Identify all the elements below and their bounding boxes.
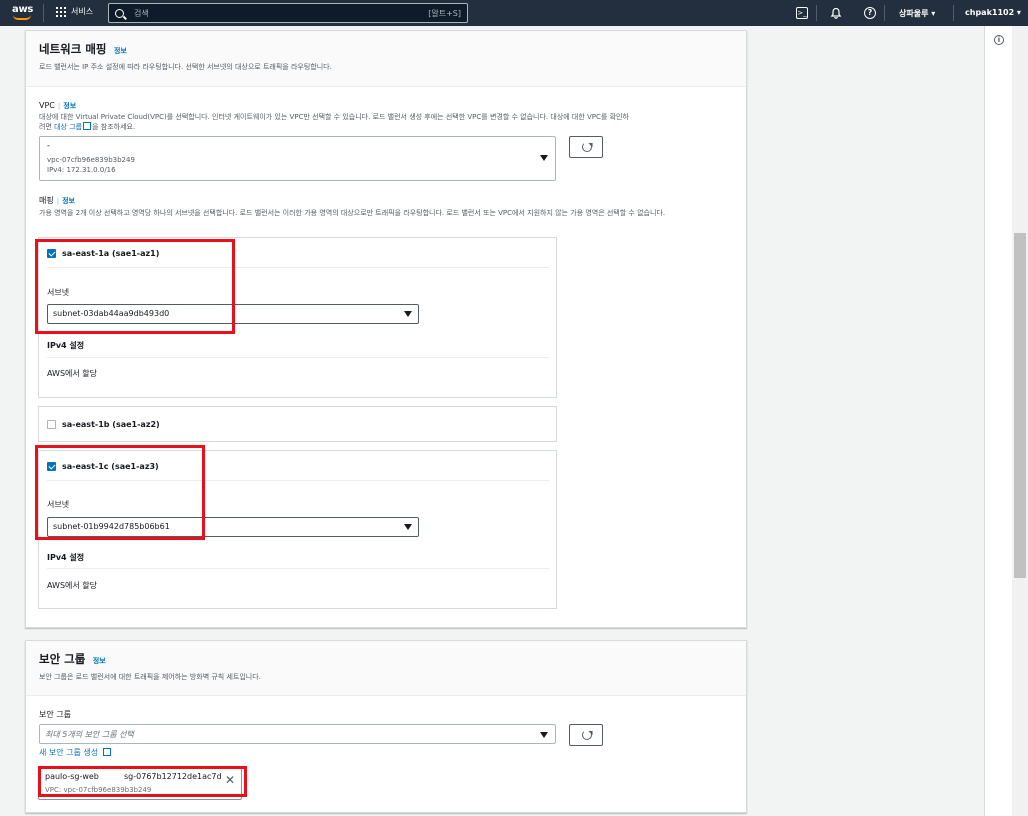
search-placeholder: 검색 — [134, 8, 149, 18]
refresh-icon — [582, 142, 592, 152]
services-label: 서비스 — [71, 7, 94, 16]
scrollbar-thumb[interactable] — [1014, 233, 1026, 578]
external-link-icon[interactable] — [102, 748, 111, 756]
info-icon[interactable]: i — [994, 35, 1004, 45]
search-input[interactable]: 검색 [알트+S] — [108, 3, 468, 23]
aws-smile-icon — [13, 15, 31, 20]
az-card-sa-east-1b: sa-east-1b (sae1-az2) — [38, 406, 557, 442]
grid-icon — [56, 6, 66, 17]
mapping-info-link[interactable]: 정보 — [62, 197, 75, 205]
panel-header: 네트워크 매핑 정보 로드 밸런서는 IP 주소 설정에 따라 라우팅합니다. … — [26, 31, 746, 87]
vpc-select-cidr: IPv4: 172.31.0.0/16 — [47, 166, 116, 174]
tools-rail: i — [984, 26, 1012, 816]
az-header: sa-east-1b (sae1-az2) — [39, 407, 556, 441]
panel-header: 보안 그룹 정보 보안 그룹은 로드 밸런서에 대한 트래픽을 제어하는 방화벽… — [26, 641, 746, 696]
vpc-desc-line: 대상에 대한 Virtual Private Cloud(VPC)를 선택합니다… — [39, 113, 629, 121]
top-navigation: aws 서비스 검색 [알트+S] >_ ? 상파울루 ▾ chpak1102 … — [0, 0, 1028, 26]
caret-down-icon — [404, 311, 412, 317]
vpc-desc-text: 려면 — [39, 123, 55, 131]
page-scrollbar[interactable] — [1012, 26, 1028, 816]
account-menu[interactable]: chpak1102 ▾ — [965, 8, 1021, 17]
refresh-icon — [582, 730, 592, 740]
security-group-placeholder: 최대 5개의 보안 그룹 선택 — [45, 730, 134, 739]
create-security-group-row: 새 보안 그룹 생성 — [39, 747, 111, 758]
panel-description: 로드 밸런서는 IP 주소 설정에 따라 라우팅합니다. 선택한 서브넷의 대상… — [39, 63, 332, 71]
ipv4-settings-label: IPv4 설정 — [47, 341, 85, 350]
vpc-info-link[interactable]: 정보 — [63, 102, 76, 110]
region-selector[interactable]: 상파울루 ▾ — [899, 8, 935, 19]
highlight-box — [35, 445, 205, 540]
vpc-select-id: vpc-07cfb96e839b3b249 — [47, 156, 135, 164]
cloudshell-icon[interactable]: >_ — [796, 7, 808, 19]
security-group-select[interactable]: 최대 5개의 보안 그룹 선택 — [39, 724, 556, 744]
divider — [47, 568, 549, 569]
mapping-label: 매핑 — [39, 196, 54, 205]
panel-title: 보안 그룹 — [39, 652, 86, 666]
highlight-box — [38, 766, 247, 797]
highlight-box — [35, 239, 235, 334]
create-security-group-link[interactable]: 새 보안 그룹 생성 — [39, 748, 98, 757]
security-group-label: 보안 그룹 — [39, 710, 71, 719]
bell-icon[interactable] — [830, 7, 842, 19]
nav-divider — [816, 5, 817, 21]
vpc-select[interactable]: - vpc-07cfb96e839b3b249 IPv4: 172.31.0.0… — [39, 136, 556, 181]
caret-down-icon — [404, 524, 412, 530]
security-group-refresh-button[interactable] — [569, 724, 603, 746]
ipv4-settings-label: IPv4 설정 — [47, 553, 85, 562]
nav-divider — [953, 5, 954, 21]
vpc-label: VPC — [39, 101, 55, 110]
services-menu-button[interactable]: 서비스 — [56, 6, 93, 17]
target-group-link[interactable]: 대상 그룹 — [54, 123, 82, 131]
vpc-refresh-button[interactable] — [569, 136, 603, 158]
nav-divider — [43, 4, 44, 22]
ipv4-settings-value: AWS에서 할당 — [47, 581, 98, 590]
ipv4-settings-value: AWS에서 할당 — [47, 369, 98, 378]
search-shortcut: [알트+S] — [428, 8, 461, 18]
vpc-label-row: VPC | 정보 — [39, 101, 77, 110]
external-link-icon[interactable] — [83, 122, 92, 130]
vpc-select-name: - — [47, 141, 50, 150]
vpc-description: 대상에 대한 Virtual Private Cloud(VPC)를 선택합니다… — [39, 112, 739, 132]
panel-title: 네트워크 매핑 — [39, 42, 107, 56]
mapping-label-row: 매핑 | 정보 — [39, 196, 75, 205]
vpc-desc-line: 려면 대상 그룹 을 참조하세요. — [39, 122, 739, 132]
info-link[interactable]: 정보 — [114, 47, 127, 55]
az-checkbox[interactable] — [47, 419, 56, 429]
az-name: sa-east-1b (sae1-az2) — [62, 419, 160, 429]
help-icon[interactable]: ? — [864, 7, 876, 19]
panel-description: 보안 그룹은 로드 밸런서에 대한 트래픽을 제어하는 방화벽 규칙 세트입니다… — [39, 673, 261, 681]
caret-down-icon — [540, 155, 548, 161]
aws-logo[interactable]: aws — [12, 3, 34, 23]
caret-down-icon — [540, 732, 548, 738]
divider — [47, 357, 549, 358]
vpc-desc-text: 을 참조하세요. — [92, 123, 136, 131]
search-icon — [115, 8, 124, 18]
nav-divider — [884, 5, 885, 21]
aws-logo-text: aws — [12, 4, 34, 15]
info-link[interactable]: 정보 — [93, 657, 106, 665]
mapping-description: 가용 영역을 2개 이상 선택하고 영역당 하나의 서브넷을 선택합니다. 로드… — [39, 209, 666, 217]
